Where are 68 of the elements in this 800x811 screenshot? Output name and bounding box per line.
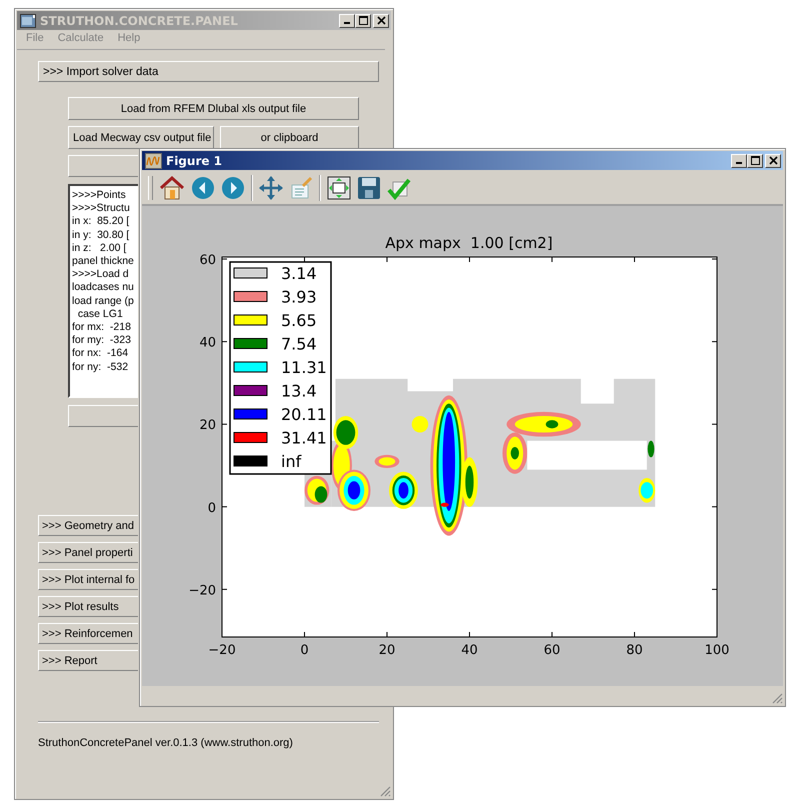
- section-toggle-button[interactable]: >>> Geometry and: [38, 515, 138, 536]
- x-tick-label: 20: [378, 643, 396, 658]
- x-tick-label: 100: [704, 643, 730, 658]
- log-line: case LG1: [76, 308, 124, 322]
- close-icon: [376, 16, 386, 25]
- contour-strip-drawing: [304, 474, 332, 507]
- maximize-button[interactable]: [747, 154, 763, 168]
- log-line: load range (p: [72, 294, 135, 308]
- x-tick-label: −20: [208, 643, 236, 658]
- section-toggle-button[interactable]: >>> Report: [38, 650, 138, 671]
- save-icon[interactable]: [357, 176, 381, 200]
- log-line: panel thickne: [72, 255, 135, 268]
- resize-grip-icon[interactable]: [379, 785, 391, 797]
- x-tick-label: 0: [300, 643, 309, 658]
- load-mecway-button[interactable]: Load Mecway csv output file: [68, 126, 214, 149]
- legend-label: 11.31: [281, 358, 327, 377]
- minimize-button[interactable]: [731, 154, 747, 168]
- y-tick-label: 0: [208, 500, 216, 516]
- window-title: Figure 1: [166, 154, 224, 168]
- log-text-area[interactable]: >>>>Points >>>>Structu in x: 85.20 [ in y: 30.80 [ in z: 2.00 [ panel thickne >>>>Load d loadcases nu load range (p case LG1 for mx: -218 for my: -323 for nx: -164 for ny: -532: [68, 184, 138, 398]
- legend-label: 5.65: [281, 311, 317, 330]
- home-icon[interactable]: [159, 174, 185, 200]
- fit-view-icon[interactable]: [327, 176, 351, 200]
- log-line: loadcases nu: [72, 281, 135, 295]
- section-toggle-button[interactable]: >>> Panel properti: [38, 542, 138, 563]
- app-icon: [20, 14, 36, 28]
- maximize-icon: [358, 16, 368, 25]
- blank-button[interactable]: [68, 155, 138, 177]
- section-toggle-button[interactable]: >>> Plot results: [38, 596, 138, 617]
- y-tick-label: 40: [199, 336, 216, 351]
- window-title: STRUTHON.CONCRETE.PANEL: [40, 14, 239, 28]
- load-rfem-button[interactable]: Load from RFEM Dlubal xls output file: [68, 97, 359, 120]
- section-toggle-button[interactable]: >>> Reinforcemen: [38, 623, 138, 644]
- x-tick-label: 40: [461, 643, 478, 658]
- log-line: for ny: -532: [72, 360, 130, 374]
- log-line: >>>>Points: [72, 189, 127, 202]
- plot-title: Apx mapx 1.00 [cm2]: [385, 234, 553, 252]
- y-tick-label: 20: [199, 418, 216, 434]
- y-tick-label: 60: [199, 253, 216, 268]
- x-tick-label: 60: [544, 643, 560, 658]
- log-line: in z: 2.00 [: [72, 242, 128, 256]
- import-solver-data-button[interactable]: >>> Import solver data: [38, 61, 379, 82]
- blank-button[interactable]: [68, 405, 138, 427]
- wave-icon: [145, 152, 162, 168]
- legend-label: 3.93: [281, 288, 317, 306]
- maximize-icon: [750, 156, 760, 165]
- close-button[interactable]: [765, 154, 781, 168]
- legend-label: 7.54: [281, 334, 317, 354]
- log-line: in x: 85.20 [: [72, 215, 130, 229]
- section-toggle-button[interactable]: >>> Plot internal fo: [38, 569, 138, 590]
- log-line: for nx: -164: [72, 347, 130, 361]
- close-icon: [768, 156, 778, 165]
- legend-label: inf: [281, 452, 302, 471]
- log-line: >>>>Structu: [72, 202, 131, 216]
- log-line: for my: -323: [72, 334, 132, 348]
- x-tick-label: 80: [626, 643, 643, 658]
- log-line: in y: 30.80 [: [72, 228, 130, 242]
- log-line: >>>>Load d: [72, 268, 130, 282]
- legend-label: 3.14: [281, 264, 317, 283]
- legend-label: 31.41: [281, 428, 327, 448]
- legend-label: 20.11: [281, 405, 327, 424]
- move-icon[interactable]: [259, 176, 283, 200]
- resize-grip-icon[interactable]: [771, 692, 783, 704]
- y-tick-label: −20: [188, 583, 216, 598]
- clipboard-button[interactable]: or clipboard: [220, 126, 359, 149]
- log-line: for mx: -218: [72, 321, 132, 334]
- legend-label: 13.4: [281, 382, 317, 400]
- version-footer: StruthonConcretePanel ver.0.1.3 (www.struthon.org): [38, 737, 293, 749]
